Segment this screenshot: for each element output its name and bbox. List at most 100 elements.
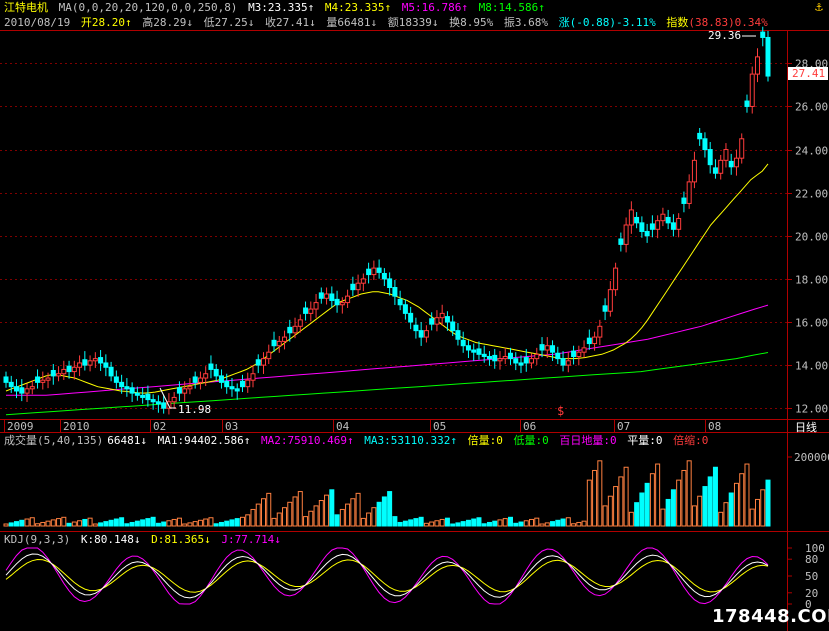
- candle-down: [681, 197, 687, 204]
- dividend-marker[interactable]: $: [557, 404, 564, 418]
- candle-down: [555, 352, 561, 360]
- candle-down: [697, 132, 703, 140]
- volume-bar-down: [98, 522, 104, 527]
- volume-bar-up: [192, 521, 198, 527]
- volume-bar-up: [660, 508, 666, 527]
- kdj-tick-label: 50: [805, 570, 818, 583]
- volume-bar-up: [576, 521, 582, 527]
- candle-down: [634, 216, 640, 224]
- volume-bar-down: [381, 496, 387, 527]
- volume-bar-up: [50, 519, 56, 527]
- candle-down: [712, 167, 718, 174]
- volume-bar-up: [539, 523, 545, 527]
- volume-bar-down: [492, 520, 498, 527]
- candle-down: [366, 268, 372, 276]
- candle-down: [560, 358, 566, 366]
- volume-bar-down: [455, 522, 461, 527]
- volume-axis: 200000: [787, 451, 829, 464]
- volume-bar-down: [560, 518, 566, 527]
- volume-bar-down: [113, 518, 119, 527]
- volume-bar-down: [14, 521, 20, 527]
- volume-bar-up: [497, 519, 503, 527]
- candle-up: [77, 362, 83, 368]
- volume-bar-down: [644, 482, 650, 527]
- candle-up: [534, 353, 540, 360]
- candle-up: [56, 373, 62, 377]
- candle-down: [8, 381, 14, 388]
- candle-down: [50, 370, 56, 377]
- candle-down: [318, 292, 324, 299]
- volume-bar-up: [571, 523, 577, 527]
- period-label[interactable]: 日线: [795, 420, 817, 434]
- volume-bar-up: [308, 510, 314, 527]
- candle-up: [597, 325, 603, 338]
- volume-bar-up: [197, 519, 203, 527]
- candle-down: [98, 357, 104, 364]
- volume-bar-up: [56, 518, 62, 527]
- candle-up: [292, 325, 298, 334]
- candle-down: [140, 394, 146, 398]
- candle-down: [413, 324, 419, 332]
- candle-down: [486, 355, 492, 360]
- candle-up: [61, 368, 67, 375]
- candle-down: [460, 339, 466, 347]
- candle-down: [234, 388, 240, 392]
- candle-up: [250, 373, 256, 381]
- candle-up: [308, 308, 314, 314]
- candle-up: [297, 319, 303, 327]
- candle-up: [71, 366, 77, 373]
- candle-up: [739, 138, 745, 159]
- candle-down: [14, 386, 20, 392]
- volume-header: 成交量(5,40,135) 66481↓ MA1:94402.586↑ MA2:7…: [4, 433, 829, 448]
- candle-down: [213, 368, 219, 377]
- candle-up: [282, 336, 288, 342]
- candle-up: [371, 267, 377, 276]
- volume-bar-up: [691, 505, 697, 527]
- candle-down: [387, 278, 393, 289]
- candle-down: [649, 223, 655, 230]
- watermark: 178448.COM: [712, 606, 829, 627]
- volume-bar-up: [282, 507, 288, 527]
- volume-shrink: 倍缩:0: [673, 434, 709, 447]
- candle-down: [571, 350, 577, 357]
- candle-down: [465, 345, 471, 351]
- candle-down: [176, 387, 182, 394]
- candlesticks: [3, 26, 771, 415]
- candle-up: [544, 345, 550, 351]
- volume-bar-up: [723, 502, 729, 527]
- volume-bar-up: [439, 518, 445, 527]
- volume-bar-down: [639, 492, 645, 527]
- volume-bar-down: [670, 489, 676, 527]
- kdj-j: J:77.714↓: [221, 533, 281, 546]
- candle-up: [24, 388, 30, 394]
- candle-down: [35, 376, 41, 383]
- candle-down: [744, 100, 750, 107]
- candle-up: [439, 312, 445, 319]
- candle-up: [565, 360, 571, 366]
- candle-down: [113, 376, 119, 383]
- volume-bar-up: [423, 522, 429, 527]
- price-tick-label: 18.00: [795, 274, 828, 287]
- volume-bar-up: [529, 518, 535, 527]
- candle-up: [691, 159, 697, 183]
- candle-up: [339, 302, 345, 306]
- volume-bar-up: [597, 460, 603, 527]
- time-tick-label: 2010: [63, 420, 90, 433]
- candle-up: [686, 181, 692, 204]
- time-tick-label: 03: [225, 420, 238, 433]
- candle-up: [261, 358, 267, 366]
- candle-down: [224, 380, 230, 388]
- candle-up: [197, 377, 203, 383]
- volume-bar-up: [544, 522, 550, 527]
- time-tick-label: 02: [153, 420, 166, 433]
- volume-bar-up: [733, 482, 739, 527]
- volume-bar-up: [292, 496, 298, 527]
- candle-down: [155, 401, 161, 405]
- candle-down: [670, 222, 676, 230]
- ma20-line: [5, 163, 769, 394]
- candle-up: [592, 336, 598, 345]
- volume-bar-up: [71, 521, 77, 527]
- volume-bar-down: [444, 517, 450, 527]
- price-tick-label: 26.00: [795, 101, 828, 114]
- volume-bar-up: [602, 505, 608, 527]
